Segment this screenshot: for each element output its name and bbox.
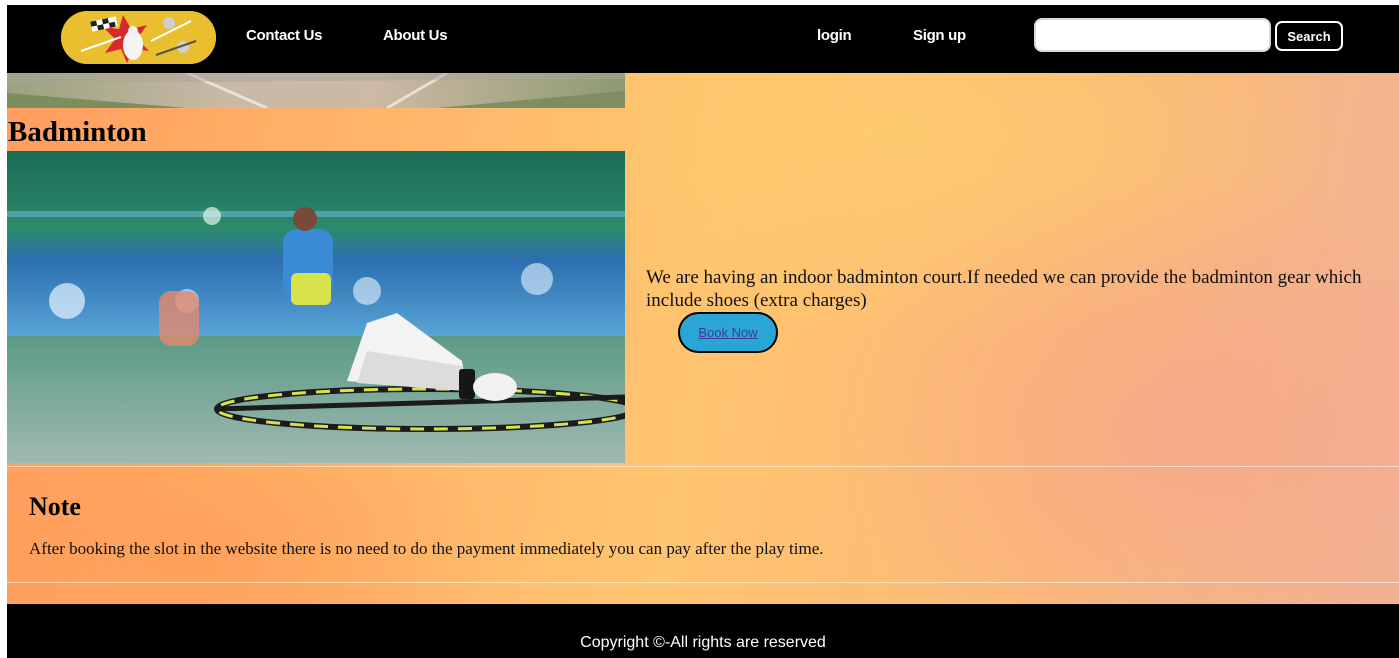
book-now-button[interactable]: Book Now [678, 312, 778, 353]
footer: Copyright ©-All rights are reserved [7, 604, 1399, 658]
page-title: Badminton [8, 116, 147, 148]
nav-contact-us[interactable]: Contact Us [246, 27, 322, 44]
sports-logo-icon [61, 11, 216, 64]
nav-about-us[interactable]: About Us [383, 27, 448, 44]
court-description: We are having an indoor badminton court.… [646, 267, 1362, 311]
navbar: Contact Us About Us login Sign up Search [7, 5, 1399, 73]
note-section: Note After booking the slot in the websi… [7, 466, 1399, 583]
copyright-text: Copyright ©-All rights are reserved [580, 634, 826, 651]
site-logo[interactable] [61, 11, 216, 64]
note-title: Note [29, 492, 81, 521]
court-sand-image [7, 73, 625, 108]
badminton-shuttlecock-image [7, 151, 625, 463]
search-button[interactable]: Search [1275, 21, 1343, 51]
nav-login[interactable]: login [817, 27, 852, 44]
note-text: After booking the slot in the website th… [29, 539, 824, 558]
search-input[interactable] [1034, 18, 1271, 52]
nav-sign-up[interactable]: Sign up [913, 27, 966, 44]
